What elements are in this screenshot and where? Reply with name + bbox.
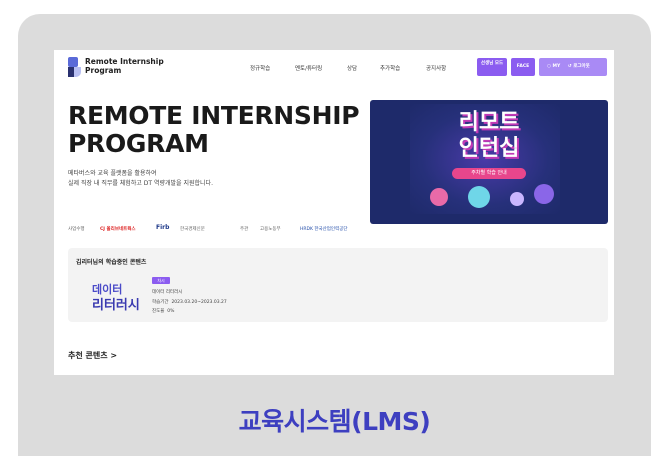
hankyung-logo: 한국경제신문 — [180, 227, 205, 232]
nav-counsel[interactable]: 상담 — [347, 64, 357, 72]
lms-screenshot: Remote Internship Program 정규학습 멘토/튜터링 상담… — [54, 50, 614, 375]
recommend-link[interactable]: 추천 콘텐츠 > — [68, 350, 117, 361]
nav-notice[interactable]: 공지사항 — [426, 64, 446, 72]
character-icon — [534, 184, 554, 204]
caption: 교육시스템(LMS) — [238, 407, 431, 436]
site-header: Remote Internship Program 정규학습 멘토/튜터링 상담… — [54, 50, 614, 84]
learning-title: 김리터님의 학습중인 콘텐츠 — [76, 259, 147, 266]
character-icon — [430, 188, 448, 206]
cj-logo: CJ 올리브네트웍스 — [100, 227, 136, 232]
face-button[interactable]: FACE — [511, 58, 535, 76]
hero-subtitle-2: 실제 직장 내 직무를 체험하고 DT 역량개발을 지원합니다. — [68, 180, 213, 187]
firb-logo: Firb — [156, 224, 170, 231]
nav-regular-learning[interactable]: 정규학습 — [250, 64, 270, 72]
nav-mentoring[interactable]: 멘토/튜터링 — [295, 64, 322, 72]
user-icon: ○ — [547, 64, 551, 69]
nav-extra-learning[interactable]: 추가학습 — [380, 64, 400, 72]
banner-pill: 주차별 학습 안내 — [452, 168, 526, 179]
character-icon — [510, 192, 524, 206]
logout-link[interactable]: 로그아웃 — [573, 64, 590, 69]
course-thumbnail[interactable]: 데이터 리터러시 — [78, 275, 144, 313]
learning-card[interactable]: 김리터님의 학습중인 콘텐츠 데이터 리터러시 차시 데이터 리터러시 학습기간… — [68, 248, 608, 322]
logout-icon: ↺ — [567, 64, 572, 69]
mypage-link[interactable]: MY — [553, 64, 561, 69]
ministry-logo: 고용노동부 — [260, 227, 281, 232]
hero-subtitle-1: 메타버스와 교육 플랫폼을 활용하여 — [68, 170, 157, 177]
logo-icon[interactable] — [68, 57, 82, 77]
character-icon — [468, 186, 490, 208]
hero-title: REMOTE INTERNSHIP PROGRAM — [68, 101, 360, 158]
partner-logos: 사업수행 CJ 올리브네트웍스 Firb 한국경제신문 주관 고용노동부 HRD… — [68, 224, 348, 232]
remote-internship-banner[interactable]: 리모트 인턴십 주차별 학습 안내 — [370, 100, 608, 224]
course-tag: 차시 — [152, 277, 170, 284]
banner-title-2: 인턴십 — [458, 136, 520, 161]
brand-name[interactable]: Remote Internship Program — [85, 57, 164, 75]
course-period: 학습기간 2023.03.20~2023.03.27 — [152, 300, 227, 305]
course-progress: 진도율 0% — [152, 309, 175, 314]
user-menu[interactable]: ○ MY ↺ 로그아웃 — [539, 58, 607, 76]
banner-title-1: 리모트 — [458, 110, 520, 135]
hrdk-logo: HRDK 한국산업인력공단 — [300, 227, 348, 232]
course-name: 데이터 리터러시 — [152, 290, 183, 295]
service-button[interactable]: 선생님 모드 — [477, 58, 507, 76]
